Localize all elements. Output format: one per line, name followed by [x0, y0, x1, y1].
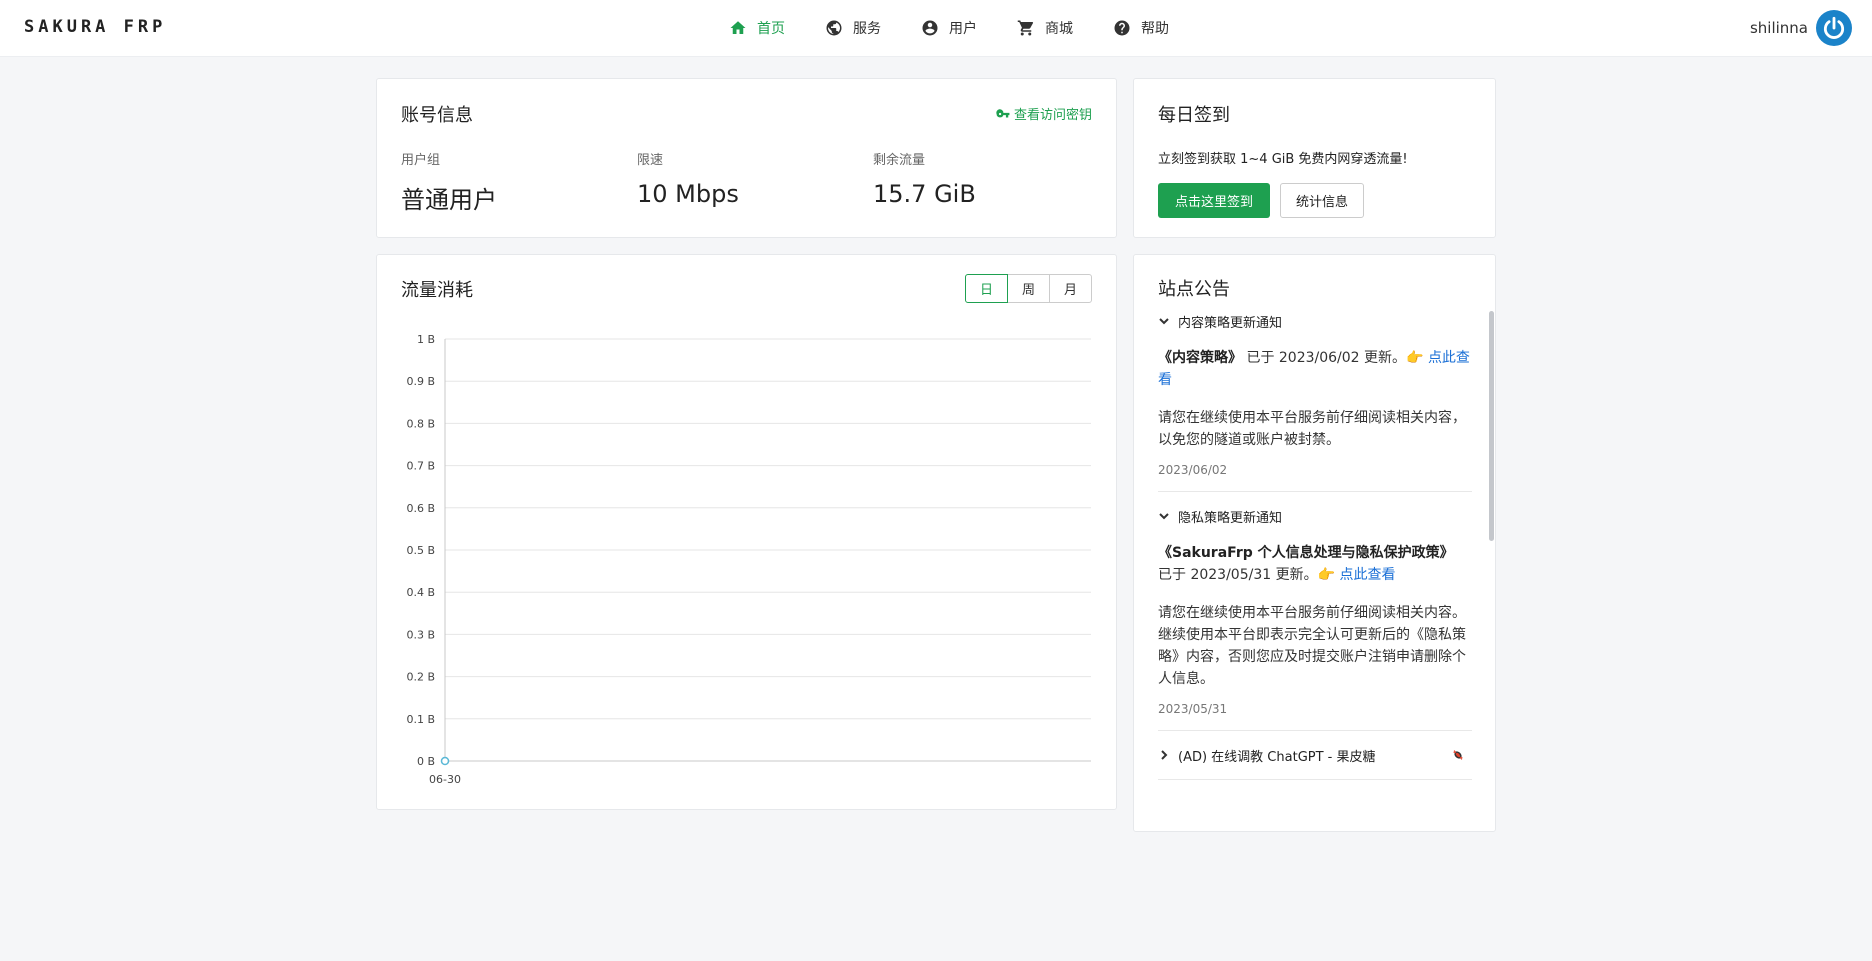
- y-tick-label: 0 B: [417, 755, 435, 768]
- y-tick-label: 0.8 B: [406, 417, 435, 430]
- checkin-card: 每日签到 立刻签到获取 1~4 GiB 免费内网穿透流量! 点击这里签到 统计信…: [1133, 78, 1496, 238]
- notice-paragraph: 《SakuraFrp 个人信息处理与隐私保护政策》 已于 2023/05/31 更…: [1158, 542, 1472, 586]
- notice-heading: (AD) 在线调教 ChatGPT - 果皮糖: [1178, 749, 1376, 765]
- notice-paragraph: 请您在继续使用本平台服务前仔细阅读相关内容，以免您的隧道或账户被封禁。: [1158, 410, 1466, 448]
- tab-month[interactable]: 月: [1049, 274, 1092, 303]
- y-tick-label: 0.9 B: [406, 375, 435, 388]
- y-tick-label: 0.2 B: [406, 671, 435, 684]
- avatar[interactable]: [1816, 10, 1852, 46]
- notice-heading: 隐私策略更新通知: [1178, 510, 1283, 526]
- home-icon: [730, 21, 746, 34]
- stat-value: 10 Mbps: [637, 180, 739, 208]
- chevron-down-icon: [1159, 318, 1169, 325]
- view-access-key-label: 查看访问密钥: [1013, 108, 1092, 123]
- account-card: 账号信息 查看访问密钥 用户组 普通用户 限速 10 Mbps 剩余流量 15.…: [376, 78, 1117, 238]
- stat-label: 剩余流量: [873, 153, 926, 168]
- scrollbar[interactable]: [1489, 311, 1494, 541]
- traffic-chart: 0 B 0.1 B 0.2 B 0.3 B 0.4 B 0.5 B 0.6 B 0.7 B 0.…: [406, 333, 1091, 786]
- period-toggle: 日 周 月: [965, 274, 1092, 303]
- nav-item-shop[interactable]: 商城: [1005, 13, 1085, 43]
- stat-user-group: 用户组 普通用户: [401, 149, 497, 215]
- y-tick-label: 1 B: [417, 333, 435, 346]
- username: shilinna: [1749, 19, 1808, 37]
- y-tick-label: 0.5 B: [406, 544, 435, 557]
- tab-day[interactable]: 日: [965, 274, 1008, 303]
- notice-date: 2023/05/31: [1158, 702, 1228, 716]
- notice-link[interactable]: 点此查看: [1339, 567, 1395, 583]
- nav-item-help[interactable]: 帮助: [1101, 13, 1181, 43]
- notice-title: 站点公告: [1158, 279, 1230, 300]
- checkin-title: 每日签到: [1158, 105, 1230, 126]
- main-nav: 首页 服务 用户 商城 帮助: [717, 13, 1197, 43]
- notice-card: 站点公告 内容策略更新通知 《内容策略》 已于 2023/06/02 更新。👉 …: [1133, 254, 1496, 832]
- stat-remaining-traffic: 剩余流量 15.7 GiB: [873, 149, 976, 208]
- x-tick-label: 06-30: [429, 773, 461, 786]
- nav-item-label: 服务: [853, 21, 881, 37]
- nav-item-services[interactable]: 服务: [813, 13, 893, 43]
- view-access-key-link[interactable]: 查看访问密钥: [996, 104, 1092, 123]
- stat-speed-limit: 限速 10 Mbps: [637, 149, 739, 208]
- power-icon: [1823, 16, 1845, 39]
- nav-item-label: 首页: [757, 21, 785, 37]
- notice-paragraph: 请您在继续使用本平台服务前仔细阅读相关内容。继续使用本平台即表示完全认可更新后的…: [1158, 605, 1466, 687]
- notice-text: 已于 2023/05/31 更新。👉: [1158, 567, 1340, 583]
- key-icon: [996, 108, 1010, 117]
- user-menu[interactable]: shilinna: [1750, 10, 1852, 46]
- notice-heading: 内容策略更新通知: [1178, 315, 1283, 331]
- y-tick-label: 0.6 B: [406, 502, 435, 515]
- notice-item: 隐私策略更新通知 《SakuraFrp 个人信息处理与隐私保护政策》 已于 202…: [1158, 506, 1472, 731]
- notice-toggle[interactable]: 隐私策略更新通知: [1158, 506, 1472, 526]
- statistics-button[interactable]: 统计信息: [1280, 183, 1364, 218]
- notice-list[interactable]: 内容策略更新通知 《内容策略》 已于 2023/06/02 更新。👉 点此查看 …: [1158, 311, 1472, 821]
- candy-icon: [1453, 750, 1463, 760]
- cart-icon: [1017, 20, 1034, 36]
- globe-icon: [826, 20, 842, 36]
- notice-paragraph: 《内容策略》 已于 2023/06/02 更新。👉 点此查看: [1158, 347, 1472, 391]
- top-navbar: SAKURA FRP 首页 服务 用户 商城 帮助 shilinna: [0, 0, 1872, 57]
- y-tick-label: 0.4 B: [406, 586, 435, 599]
- stat-value: 15.7 GiB: [873, 180, 976, 208]
- nav-item-label: 帮助: [1141, 21, 1169, 37]
- nav-item-label: 用户: [949, 21, 977, 37]
- notice-head-left: (AD) 在线调教 ChatGPT - 果皮糖: [1158, 746, 1376, 765]
- account-title: 账号信息: [401, 105, 473, 126]
- notice-bold: 《SakuraFrp 个人信息处理与隐私保护政策》: [1158, 545, 1454, 561]
- notice-date: 2023/06/02: [1158, 463, 1228, 477]
- user-circle-icon: [922, 20, 938, 36]
- nav-item-home[interactable]: 首页: [717, 13, 797, 43]
- tab-week[interactable]: 周: [1007, 274, 1050, 303]
- checkin-description: 立刻签到获取 1~4 GiB 免费内网穿透流量!: [1158, 152, 1408, 167]
- chevron-down-icon: [1159, 513, 1169, 520]
- traffic-card: 流量消耗 日 周 月 0 B 0.1 B 0.2 B 0.3 B 0.4 B 0.5 B0…: [376, 254, 1117, 810]
- y-tick-label: 0.7 B: [406, 460, 435, 473]
- y-tick-label: 0.1 B: [406, 713, 435, 726]
- y-tick-label: 0.3 B: [406, 628, 435, 641]
- notice-bold: 《内容策略》: [1158, 350, 1242, 366]
- nav-item-user[interactable]: 用户: [909, 13, 989, 43]
- notice-item-ad: (AD) 在线调教 ChatGPT - 果皮糖: [1158, 745, 1472, 780]
- chevron-right-icon: [1161, 750, 1168, 760]
- checkin-button[interactable]: 点击这里签到: [1158, 183, 1270, 218]
- help-icon: [1114, 20, 1130, 36]
- brand-logo[interactable]: SAKURA FRP: [24, 17, 166, 37]
- stat-label: 用户组: [401, 153, 441, 168]
- stat-label: 限速: [637, 153, 664, 168]
- data-point: [440, 756, 450, 766]
- stat-value: 普通用户: [401, 186, 497, 214]
- notice-toggle[interactable]: 内容策略更新通知: [1158, 311, 1472, 331]
- notice-toggle[interactable]: (AD) 在线调教 ChatGPT - 果皮糖: [1158, 745, 1472, 765]
- traffic-title: 流量消耗: [401, 280, 473, 301]
- notice-text: 已于 2023/06/02 更新。👉: [1242, 350, 1428, 366]
- notice-item: 内容策略更新通知 《内容策略》 已于 2023/06/02 更新。👉 点此查看 …: [1158, 311, 1472, 492]
- nav-item-label: 商城: [1045, 21, 1073, 37]
